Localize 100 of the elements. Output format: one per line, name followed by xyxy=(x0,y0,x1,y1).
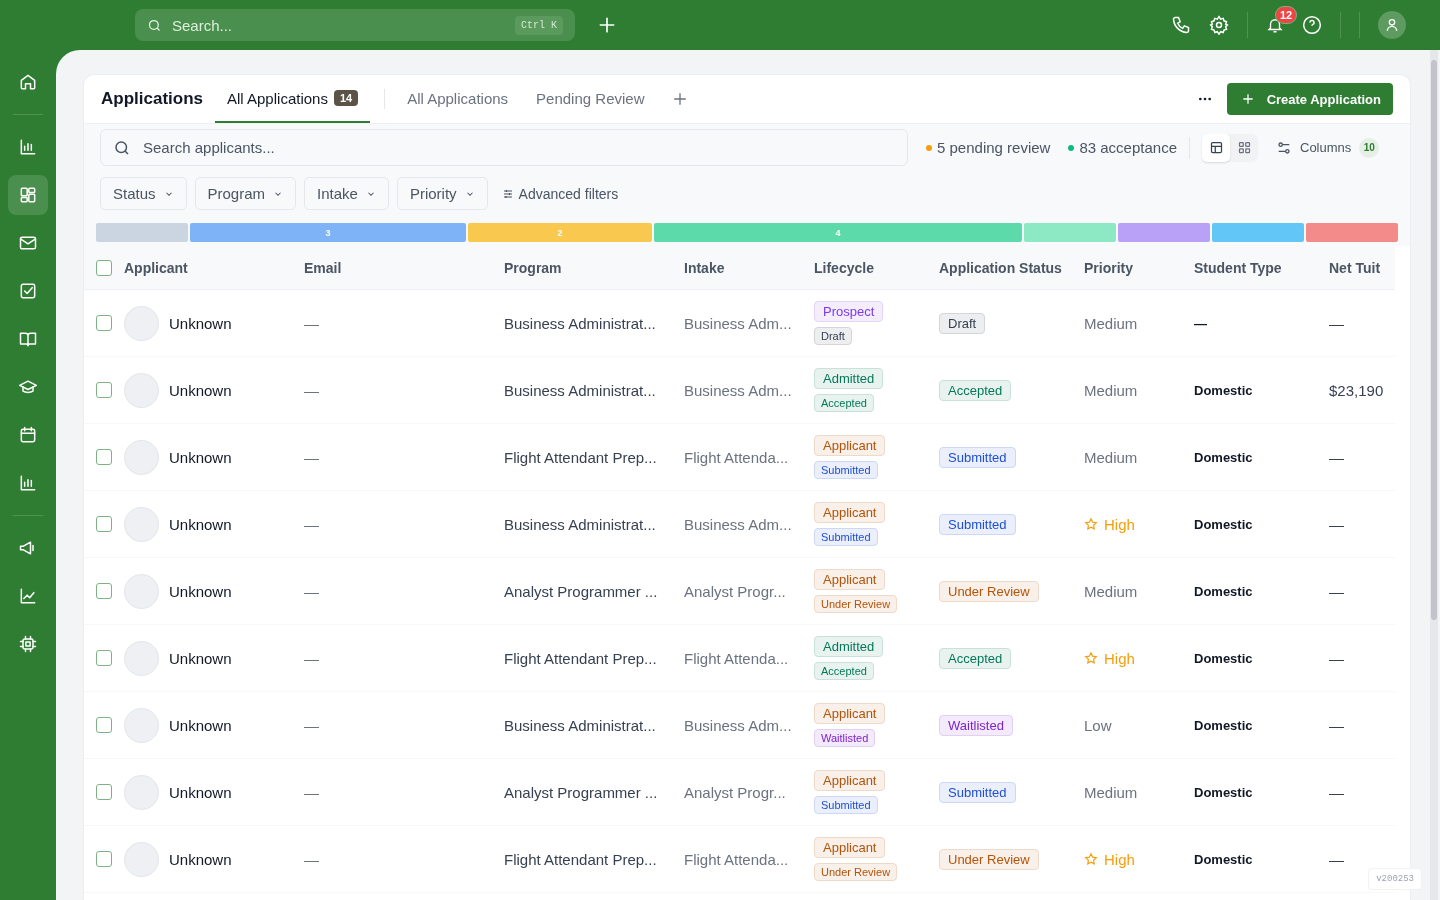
row-checkbox[interactable] xyxy=(96,784,112,800)
help-icon[interactable] xyxy=(1302,15,1322,35)
table-cell: Flight Attenda... xyxy=(684,850,789,868)
table-view-toggle[interactable] xyxy=(1202,133,1230,162)
distribution-segment: 4 xyxy=(654,223,1022,242)
lifecycle-tag: Admitted xyxy=(814,368,884,389)
stage-tag: Under Review xyxy=(814,595,898,613)
version-label: v200253 xyxy=(1368,868,1422,890)
plus-icon[interactable] xyxy=(597,15,617,35)
applicant-search-field[interactable]: Search applicants... xyxy=(100,129,908,166)
plus-icon[interactable] xyxy=(672,91,689,107)
lifecycle-tag: Applicant xyxy=(814,703,886,724)
status-tag: Waitlisted xyxy=(939,714,1013,736)
filter-dropdown[interactable]: Program xyxy=(194,177,297,210)
priority-label: High xyxy=(1084,515,1135,533)
column-header[interactable]: Priority xyxy=(1084,259,1133,276)
table-cell: Domestic xyxy=(1194,650,1253,666)
priority-label: Medium xyxy=(1084,381,1138,399)
table-cell: Analyst Progr... xyxy=(684,783,786,801)
table-cell: Domestic xyxy=(1194,449,1253,465)
view-tab[interactable]: Pending Review xyxy=(524,75,657,123)
page-title: Applications xyxy=(101,89,203,109)
sliders-icon xyxy=(1276,139,1292,156)
row-checkbox[interactable] xyxy=(96,583,112,599)
chip-icon xyxy=(18,634,38,654)
row-checkbox[interactable] xyxy=(96,851,112,867)
table-cell: Business Adm... xyxy=(684,716,792,734)
view-tab[interactable]: All Applications xyxy=(395,75,521,123)
avatar xyxy=(124,573,159,609)
table-cell: Analyst Programmer ... xyxy=(504,582,658,600)
count-badge: 10 xyxy=(1359,137,1380,158)
priority-label: Medium xyxy=(1084,448,1138,466)
filter-dropdown[interactable]: Priority xyxy=(396,177,488,210)
table-cell: Flight Attendant Prep... xyxy=(504,850,657,868)
table-cell: Domestic xyxy=(1194,784,1253,800)
status-tag: Submitted xyxy=(939,513,1016,535)
column-header[interactable]: Lifecycle xyxy=(814,259,874,276)
star-icon xyxy=(1084,517,1098,531)
applicant-name: Unknown xyxy=(169,515,232,533)
column-header[interactable]: Program xyxy=(504,259,562,276)
table-cell: — xyxy=(304,649,319,667)
user-avatar[interactable] xyxy=(1378,11,1406,39)
line-chart-icon xyxy=(18,586,38,606)
columns-button[interactable]: Columns 10 xyxy=(1276,137,1380,158)
applicant-name: Unknown xyxy=(169,381,232,399)
stage-tag: Submitted xyxy=(814,528,878,546)
row-checkbox[interactable] xyxy=(96,650,112,666)
global-search-field[interactable]: Search... xyxy=(170,15,507,35)
table-cell: — xyxy=(1194,315,1207,331)
applicant-search-field[interactable]: Search applicants... xyxy=(141,138,895,157)
applicant-name: Unknown xyxy=(169,582,232,600)
table-cell: Analyst Progr... xyxy=(684,582,786,600)
avatar xyxy=(124,640,159,676)
settings-icon[interactable] xyxy=(1209,15,1229,35)
table-cell: Business Adm... xyxy=(684,515,792,533)
filter-icon xyxy=(501,187,514,200)
table-cell: — xyxy=(304,850,319,868)
row-checkbox[interactable] xyxy=(96,717,112,733)
filter-dropdown[interactable]: Intake xyxy=(304,177,389,210)
avatar xyxy=(124,841,159,877)
checkbox-icon xyxy=(18,281,38,301)
create-application-button[interactable]: Create Application xyxy=(1226,83,1393,115)
priority-label: Medium xyxy=(1084,783,1138,801)
book-icon xyxy=(18,329,38,349)
applicant-name: Unknown xyxy=(169,716,232,734)
row-checkbox[interactable] xyxy=(96,315,112,331)
status-tag: Under Review xyxy=(939,580,1039,602)
table-cell: Business Adm... xyxy=(684,381,792,399)
stage-tag: Accepted xyxy=(814,662,874,680)
stat-label: 5 pending review xyxy=(937,139,1051,156)
search-icon xyxy=(113,138,131,157)
row-checkbox[interactable] xyxy=(96,516,112,532)
search-icon xyxy=(147,17,162,33)
table-cell: Business Administrat... xyxy=(504,515,656,533)
distribution-segment: 3 xyxy=(190,223,466,242)
row-checkbox[interactable] xyxy=(96,449,112,465)
plus-icon xyxy=(1240,92,1255,106)
table-cell: Flight Attenda... xyxy=(684,448,789,466)
row-checkbox[interactable] xyxy=(96,382,112,398)
dashboard-icon xyxy=(18,185,38,205)
table-cell: — xyxy=(304,716,319,734)
column-header[interactable]: Applicant xyxy=(124,259,188,276)
select-all-checkbox[interactable] xyxy=(96,259,112,276)
filter-dropdown[interactable]: Status xyxy=(100,177,187,210)
lifecycle-tag: Admitted xyxy=(814,636,884,657)
column-header[interactable]: Intake xyxy=(684,259,725,276)
advanced-filters-link[interactable]: Advanced filters xyxy=(501,185,619,202)
table-cell: Flight Attendant Prep... xyxy=(504,649,657,667)
applicant-name: Unknown xyxy=(169,850,232,868)
sidebar-item[interactable] xyxy=(8,175,48,215)
phone-icon[interactable] xyxy=(1171,15,1191,35)
table-cell: — xyxy=(304,515,319,533)
priority-label: Medium xyxy=(1084,582,1138,600)
status-tag: Submitted xyxy=(939,446,1016,468)
priority-label: Medium xyxy=(1084,314,1138,332)
table-cell: — xyxy=(1329,515,1344,533)
column-header[interactable]: Email xyxy=(304,259,342,276)
star-icon xyxy=(1084,852,1098,866)
table-cell: — xyxy=(304,582,319,600)
applicant-name: Unknown xyxy=(169,448,232,466)
